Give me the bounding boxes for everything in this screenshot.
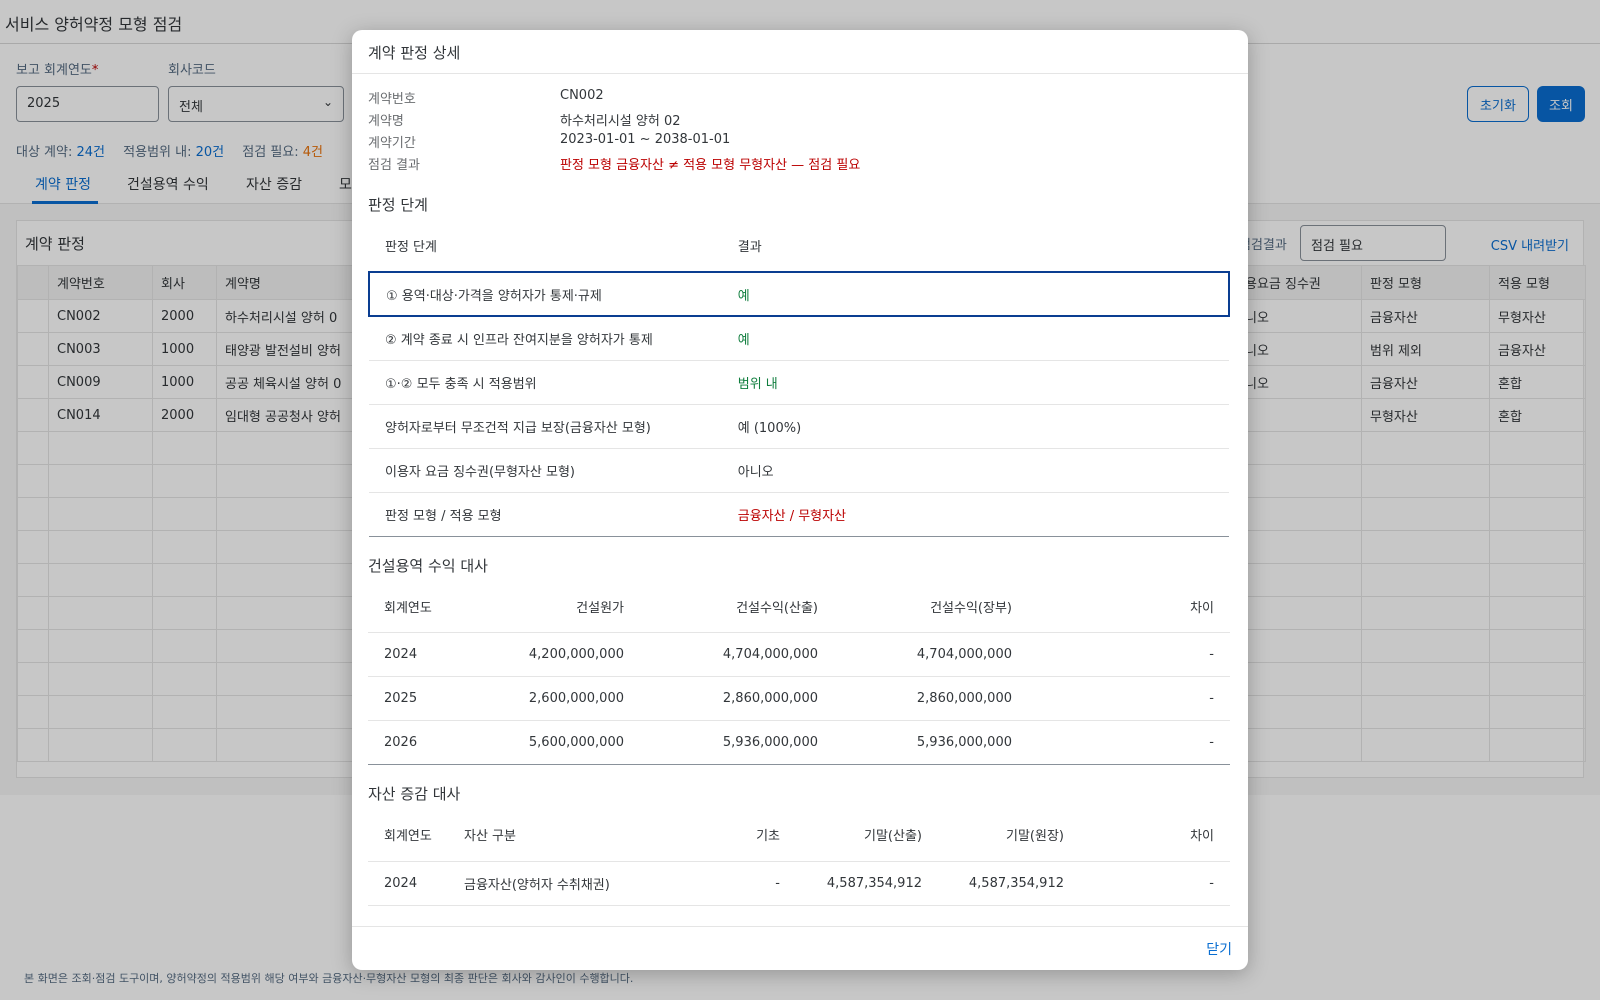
check-result-value: 판정 모형 금융자산 ≠ 적용 모형 무형자산 — 점검 필요: [560, 158, 861, 173]
dialog-footer: 닫기: [352, 926, 1248, 970]
table-row[interactable]: ② 계약 종료 시 인프라 잔여지분을 양허자가 통제 예: [369, 316, 1229, 361]
table-row[interactable]: 2026 5,600,000,000 5,936,000,000 5,936,000,…: [368, 720, 1230, 765]
info-row-contract-no: 계약번호 CN002: [368, 88, 604, 107]
steps-table: 판정 단계 결과 ① 용역·대상·가격을 양허자가 통제·규제 예 ② 계약 종료…: [368, 220, 1231, 537]
dialog-body[interactable]: 계약번호 CN002 계약명 하수처리시설 양허 02 계약기간 2023-01…: [352, 74, 1248, 926]
contract-no-value: CN002: [560, 88, 604, 103]
table-row[interactable]: 판정 모형 / 적용 모형 금융자산 / 무형자산: [369, 492, 1229, 537]
table-row[interactable]: 양허자로부터 무조건적 지급 보장(금융자산 모형) 예 (100%): [369, 404, 1229, 449]
table-row[interactable]: 이용자 요금 징수권(무형자산 모형) 아니오: [369, 448, 1229, 493]
steps-section-title: 판정 단계: [368, 196, 428, 214]
construction-table: 회계연도 건설원가 건설수익(산출) 건설수익(장부) 차이 2024 4,200…: [368, 580, 1230, 765]
info-row-contract-name: 계약명 하수처리시설 양허 02: [368, 110, 1228, 132]
table-row[interactable]: ① 용역·대상·가격을 양허자가 통제·규제 예: [368, 271, 1231, 317]
construction-section-title: 건설용역 수익 대사: [368, 556, 488, 575]
steps-header-row: 판정 단계 결과: [369, 220, 1229, 273]
info-row-result: 점검 결과 판정 모형 금융자산 ≠ 적용 모형 무형자산 — 점검 필요: [368, 154, 1228, 176]
contract-detail-dialog: 계약 판정 상세 계약번호 CN002 계약명 하수처리시설 양허 02 계약기…: [352, 30, 1248, 970]
table-row[interactable]: 2024 4,200,000,000 4,704,000,000 4,704,000,…: [368, 632, 1230, 677]
contract-name-value: 하수처리시설 양허 02: [560, 114, 681, 129]
dialog-title: 계약 판정 상세: [352, 30, 1248, 74]
table-row[interactable]: 2024 금융자산(양허자 수취채권) -4,587,354,912 4,587,35…: [368, 861, 1230, 906]
close-button[interactable]: 닫기: [1206, 939, 1232, 959]
period-value: 2023-01-01 ~ 2038-01-01: [560, 132, 731, 147]
assets-header-row: 회계연도 자산 구분 기초 기말(산출) 기말(원장) 차이: [368, 809, 1230, 862]
construction-header-row: 회계연도 건설원가 건설수익(산출) 건설수익(장부) 차이: [368, 580, 1230, 633]
table-row[interactable]: ①·② 모두 충족 시 적용범위 범위 내: [369, 360, 1229, 405]
assets-table: 회계연도 자산 구분 기초 기말(산출) 기말(원장) 차이 2024 금융자산(…: [368, 809, 1230, 906]
contract-info: 계약번호 CN002 계약명 하수처리시설 양허 02 계약기간 2023-01…: [368, 88, 1232, 176]
info-row-period: 계약기간 2023-01-01 ~ 2038-01-01: [368, 132, 731, 151]
table-row[interactable]: 2025 2,600,000,000 2,860,000,000 2,860,000,…: [368, 676, 1230, 721]
assets-section-title: 자산 증감 대사: [368, 785, 461, 803]
